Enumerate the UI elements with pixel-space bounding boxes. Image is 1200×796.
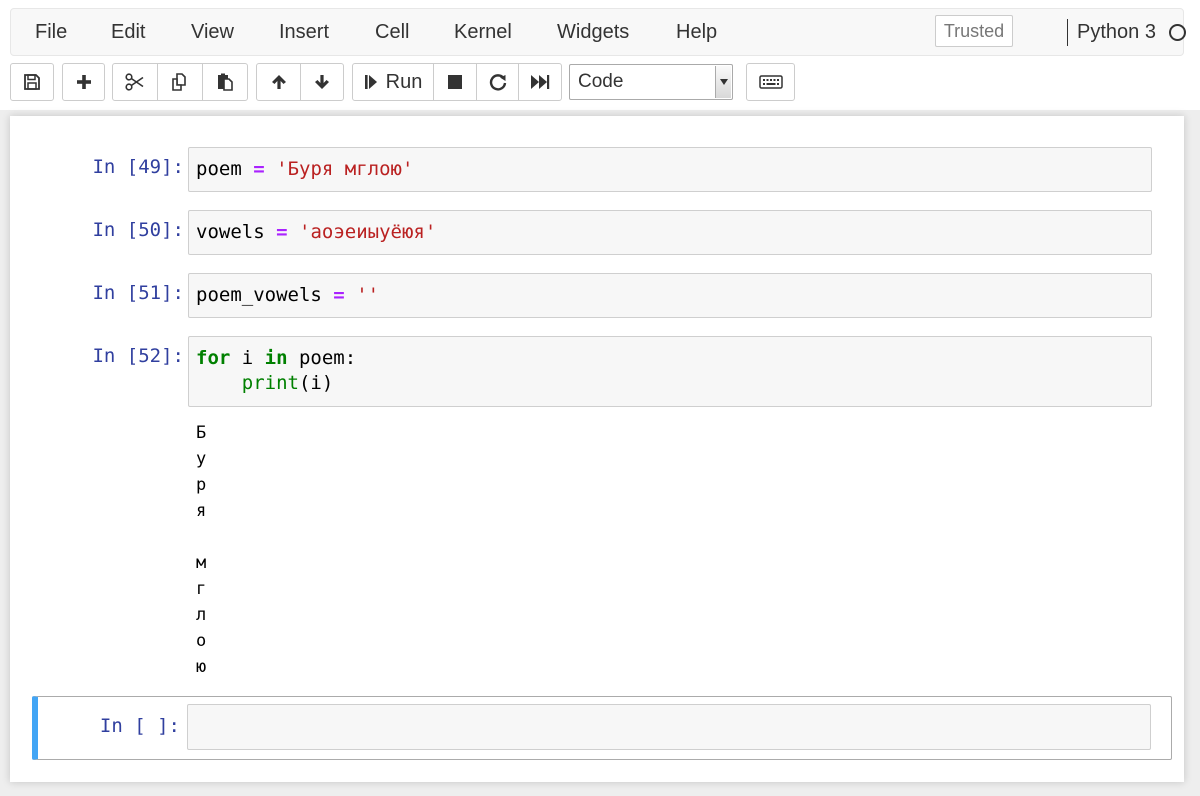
code-token-var: poem_vowels [196,284,322,306]
arrow-down-icon [315,75,329,89]
keyboard-icon [758,75,783,89]
toolbar-group-run: Run [352,63,562,101]
scissors-icon [125,73,144,91]
input-prompt: In [49]: [92,156,184,178]
output-line: о [196,631,207,651]
active-code-cell[interactable]: In [ ]: [32,696,1172,760]
input-prompt: In [52]: [92,345,184,367]
output-line: м [196,553,207,573]
step-forward-icon [364,75,377,89]
save-icon [24,74,40,90]
kernel-name[interactable]: Python 3 [1077,9,1156,55]
save-button[interactable] [10,63,54,101]
move-up-button[interactable] [256,63,301,101]
restart-icon [489,74,506,91]
code-cell[interactable]: In [52]: for i in poem: print(i) [34,336,1172,407]
run-all-button[interactable] [518,63,562,101]
plus-icon [76,75,91,89]
cell-type-select[interactable]: Code [569,64,733,100]
toolbar-group-commands [746,63,795,101]
stop-icon [448,75,462,89]
code-token-kw: in [264,347,288,369]
arrow-up-icon [271,75,286,89]
code-token-str: '' [356,284,380,306]
copy-button[interactable] [157,63,203,101]
trusted-indicator[interactable]: Trusted [935,15,1013,47]
code-input[interactable] [187,704,1151,750]
menu-widgets[interactable]: Widgets [557,9,629,55]
code-token-text: (i) [298,372,334,394]
restart-button[interactable] [476,63,519,101]
code-input[interactable]: poem_vowels = '' [188,273,1152,318]
interrupt-button[interactable] [433,63,477,101]
menu-edit[interactable]: Edit [111,9,145,55]
code-cell[interactable]: In [50]: vowels = 'аоэеиыуёюя' [34,210,1172,255]
menu-kernel[interactable]: Kernel [454,9,512,55]
header: File Edit View Insert Cell Kernel Widget… [0,0,1200,110]
output-line: у [196,449,207,469]
code-token-var: vowels [196,221,265,243]
menu-help[interactable]: Help [676,9,717,55]
kernel-separator [1067,19,1068,46]
code-token-op: = [276,221,288,243]
output-line: р [196,475,207,495]
insert-cell-button[interactable] [62,63,105,101]
paste-icon [218,73,233,91]
code-input[interactable]: poem = 'Буря мглою' [188,147,1152,192]
output-line: я [196,501,207,521]
run-label: Run [385,70,423,93]
kernel-idle-icon [1169,24,1186,41]
copy-icon [172,73,186,91]
toolbar-group-edit [112,63,248,101]
paste-button[interactable] [202,63,248,101]
code-token-builtin: print [241,372,299,394]
toolbar-group-insert [62,63,105,101]
output-line: Б [196,423,207,443]
fast-forward-icon [531,75,550,89]
code-input[interactable]: for i in poem: print(i) [188,336,1152,407]
menubar: File Edit View Insert Cell Kernel Widget… [10,8,1186,56]
chevron-down-icon [715,66,731,98]
menu-view[interactable]: View [191,9,234,55]
menu-insert[interactable]: Insert [279,9,329,55]
code-cell[interactable]: In [51]: poem_vowels = '' [34,273,1172,318]
input-prompt: In [51]: [92,282,184,304]
output-line: ю [196,657,207,677]
run-button[interactable]: Run [352,63,434,101]
code-token-var: poem [196,158,242,180]
move-down-button[interactable] [300,63,344,101]
output-line: г [196,579,207,599]
code-token-op: = [333,284,345,306]
output-line: л [196,605,207,625]
cut-button[interactable] [112,63,158,101]
menu-file[interactable]: File [35,9,67,55]
code-token-str: 'Буря мглою' [276,158,414,180]
menu-cell[interactable]: Cell [375,9,409,55]
code-token-op: = [253,158,265,180]
code-token-kw: for [196,347,231,369]
toolbar-group-save [10,63,54,101]
command-palette-button[interactable] [746,63,795,101]
input-prompt: In [50]: [92,219,184,241]
code-cell[interactable]: In [49]: poem = 'Буря мглою' [34,147,1172,192]
code-token-str: 'аоэеиыуёюя' [299,221,437,243]
notebook-container: In [49]: poem = 'Буря мглою' In [50]: vo… [10,116,1184,782]
input-prompt: In [ ]: [99,715,180,737]
code-token-text: i [230,347,265,369]
toolbar-group-move [256,63,344,101]
code-input[interactable]: vowels = 'аоэеиыуёюя' [188,210,1152,255]
cell-type-value: Code [578,71,624,92]
cell-output: Б у р я м г л о ю [196,420,206,680]
